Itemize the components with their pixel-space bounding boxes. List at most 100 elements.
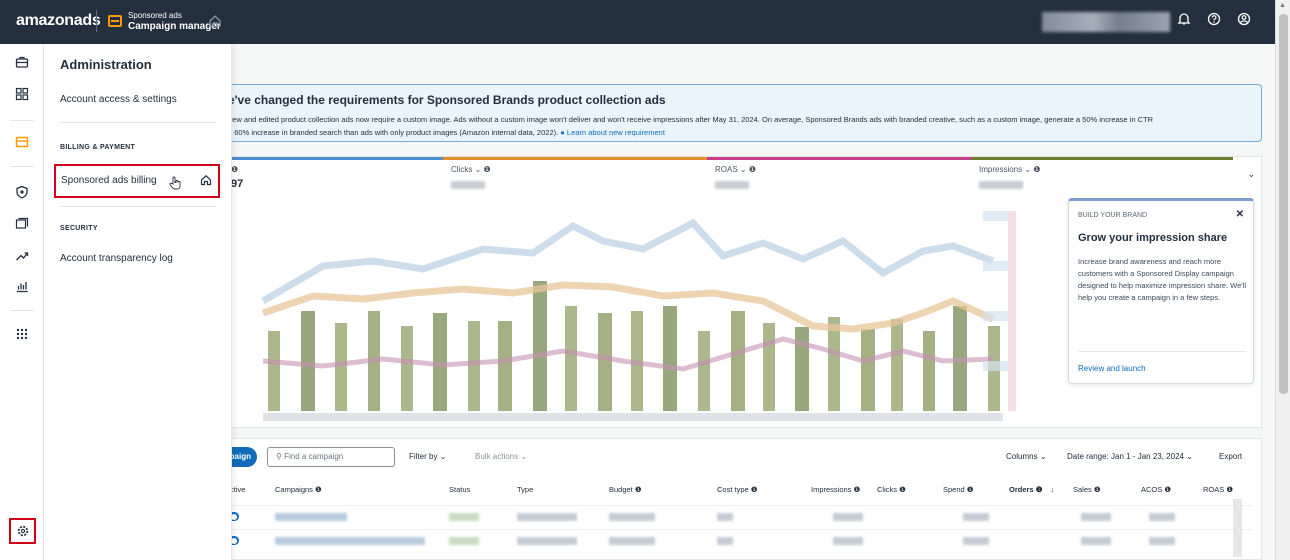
account-access-link[interactable]: Account access & settings xyxy=(60,94,177,105)
campaign-manager-icon xyxy=(108,15,122,27)
table-row[interactable] xyxy=(221,529,1253,553)
metric-label: ROAS xyxy=(715,165,738,174)
bulk-actions-dropdown[interactable]: Bulk actions ⌄ xyxy=(475,452,527,461)
metric-label: Impressions xyxy=(979,165,1023,174)
campaigns-table: ampaign ⚲ Find a campaign Filter by ⌄ Bu… xyxy=(209,438,1262,560)
column-header-roas[interactable]: ROAS ❶ xyxy=(1203,485,1233,494)
column-header-spend[interactable]: Spend ❶ xyxy=(943,485,974,494)
metric-label: Clicks xyxy=(451,165,473,174)
account-selector[interactable] xyxy=(1042,12,1170,32)
table-row[interactable] xyxy=(221,505,1253,529)
redacted-value xyxy=(979,181,1023,189)
metric-tile-impressions[interactable]: Impressions ⌄ ❶ xyxy=(971,157,1233,201)
product-name[interactable]: Sponsored ads xyxy=(128,11,182,20)
export-button[interactable]: Export xyxy=(1219,452,1242,461)
column-header-cost-type[interactable]: Cost type ❶ xyxy=(717,485,758,494)
redacted-cell xyxy=(1081,513,1111,521)
rail-divider xyxy=(10,310,34,311)
info-icon: ❶ xyxy=(748,165,757,174)
expand-metrics-chevron-icon[interactable]: ⌄ xyxy=(1247,169,1255,180)
billing-section-heading: BILLING & PAYMENT xyxy=(60,144,136,151)
card-divider xyxy=(1078,351,1246,352)
search-icon: ⚲ xyxy=(276,452,282,461)
redacted-cell xyxy=(1149,513,1175,521)
redacted-cell xyxy=(449,537,479,545)
metric-tile-clicks[interactable]: Clicks ⌄ ❶ xyxy=(443,157,707,201)
chevron-down-icon: ⌄ xyxy=(520,452,528,461)
info-icon: ❶ xyxy=(483,165,491,174)
search-campaign-input[interactable]: ⚲ Find a campaign xyxy=(267,447,395,467)
filter-by-dropdown[interactable]: Filter by ⌄ xyxy=(409,452,446,461)
column-header-impressions[interactable]: Impressions ❶ xyxy=(811,485,860,494)
briefcase-icon[interactable] xyxy=(12,54,32,74)
close-icon[interactable]: ✕ xyxy=(1236,209,1244,220)
search-placeholder: Find a campaign xyxy=(284,452,344,461)
trend-arrow-icon[interactable] xyxy=(12,248,32,268)
redacted-cell xyxy=(517,537,577,545)
column-header-clicks[interactable]: Clicks ❶ xyxy=(877,485,906,494)
redacted-cell xyxy=(717,513,733,521)
panel-divider xyxy=(60,206,216,207)
redacted-cell xyxy=(963,513,989,521)
info-icon: ● xyxy=(560,128,565,137)
card-kicker: BUILD YOUR BRAND xyxy=(1078,212,1148,219)
column-header-sales[interactable]: Sales ❶ xyxy=(1073,485,1101,494)
redacted-cell xyxy=(1149,537,1175,545)
apps-grid-icon[interactable] xyxy=(12,326,32,346)
redacted-cell xyxy=(609,537,655,545)
logo-divider xyxy=(96,10,97,32)
redacted-cell xyxy=(275,537,425,545)
amazon-ads-logo[interactable]: amazonads xyxy=(16,12,101,30)
page-scrollbar[interactable]: ▲ xyxy=(1275,0,1290,560)
notifications-bell-icon[interactable] xyxy=(1175,12,1193,30)
chevron-down-icon: ⌄ xyxy=(1186,452,1193,461)
metric-tile-roas[interactable]: ROAS ⌄ ❶ xyxy=(707,157,971,201)
product-subname[interactable]: Campaign manager xyxy=(128,21,221,32)
top-navigation-bar: amazonads Sponsored ads Campaign manager xyxy=(0,0,1275,44)
pin-home-icon[interactable] xyxy=(200,174,212,189)
announcement-title: e've changed the requirements for Sponso… xyxy=(228,93,666,107)
redacted-cell xyxy=(833,513,863,521)
columns-dropdown[interactable]: Columns ⌄ xyxy=(1006,452,1047,461)
media-library-icon[interactable] xyxy=(12,216,32,236)
sponsored-ads-billing-item[interactable]: Sponsored ads billing xyxy=(54,164,220,198)
redacted-cell xyxy=(609,513,655,521)
table-scrollbar[interactable] xyxy=(1233,499,1242,557)
column-header-campaigns[interactable]: Campaigns ❶ xyxy=(275,485,322,494)
chevron-down-icon: ⌄ xyxy=(1039,452,1047,461)
campaign-manager-icon[interactable] xyxy=(12,134,32,154)
shield-icon[interactable] xyxy=(12,184,32,204)
review-and-launch-link[interactable]: Review and launch xyxy=(1078,364,1146,373)
help-icon[interactable] xyxy=(1205,12,1223,30)
dashboard-grid-icon[interactable] xyxy=(12,86,32,106)
info-icon: ❶ xyxy=(1033,165,1041,174)
settings-gear-icon[interactable] xyxy=(9,518,36,544)
announcement-banner: e've changed the requirements for Sponso… xyxy=(222,84,1262,142)
redacted-cell xyxy=(517,513,577,521)
announcement-line-1: new and edited product collection ads no… xyxy=(228,115,1154,124)
home-icon[interactable] xyxy=(208,14,222,28)
metric-tile-1[interactable]: ❶ 97 xyxy=(223,157,443,201)
column-header-status[interactable]: Status xyxy=(449,485,470,494)
learn-more-link[interactable]: Learn about new requirement xyxy=(567,128,665,137)
column-header-orders[interactable]: Orders ❶ ↓ xyxy=(1009,485,1054,494)
scrollbar-thumb[interactable] xyxy=(1279,14,1288,394)
date-range-dropdown[interactable]: Date range: Jan 1 - Jan 23, 2024 ⌄ xyxy=(1067,452,1193,461)
administration-panel: Administration Account access & settings… xyxy=(44,44,232,560)
chevron-down-icon: ⌄ xyxy=(1024,165,1032,174)
user-profile-icon[interactable] xyxy=(1235,12,1253,30)
chevron-down-icon: ⌄ xyxy=(474,165,482,174)
announcement-line-2: d 60% increase in branded search than ad… xyxy=(228,128,559,137)
rail-divider xyxy=(10,120,34,121)
account-transparency-log-link[interactable]: Account transparency log xyxy=(60,253,173,264)
column-header-acos[interactable]: ACOS ❶ xyxy=(1141,485,1171,494)
redacted-value xyxy=(451,181,485,189)
billing-item-label: Sponsored ads billing xyxy=(61,175,157,186)
column-header-budget[interactable]: Budget ❶ xyxy=(609,485,642,494)
column-header-type[interactable]: Type xyxy=(517,485,533,494)
panel-title: Administration xyxy=(60,57,152,72)
info-icon: ❶ xyxy=(231,165,239,174)
scroll-up-arrow-icon[interactable]: ▲ xyxy=(1279,2,1286,9)
reports-bar-chart-icon[interactable] xyxy=(12,278,32,298)
card-title: Grow your impression share xyxy=(1078,232,1228,244)
